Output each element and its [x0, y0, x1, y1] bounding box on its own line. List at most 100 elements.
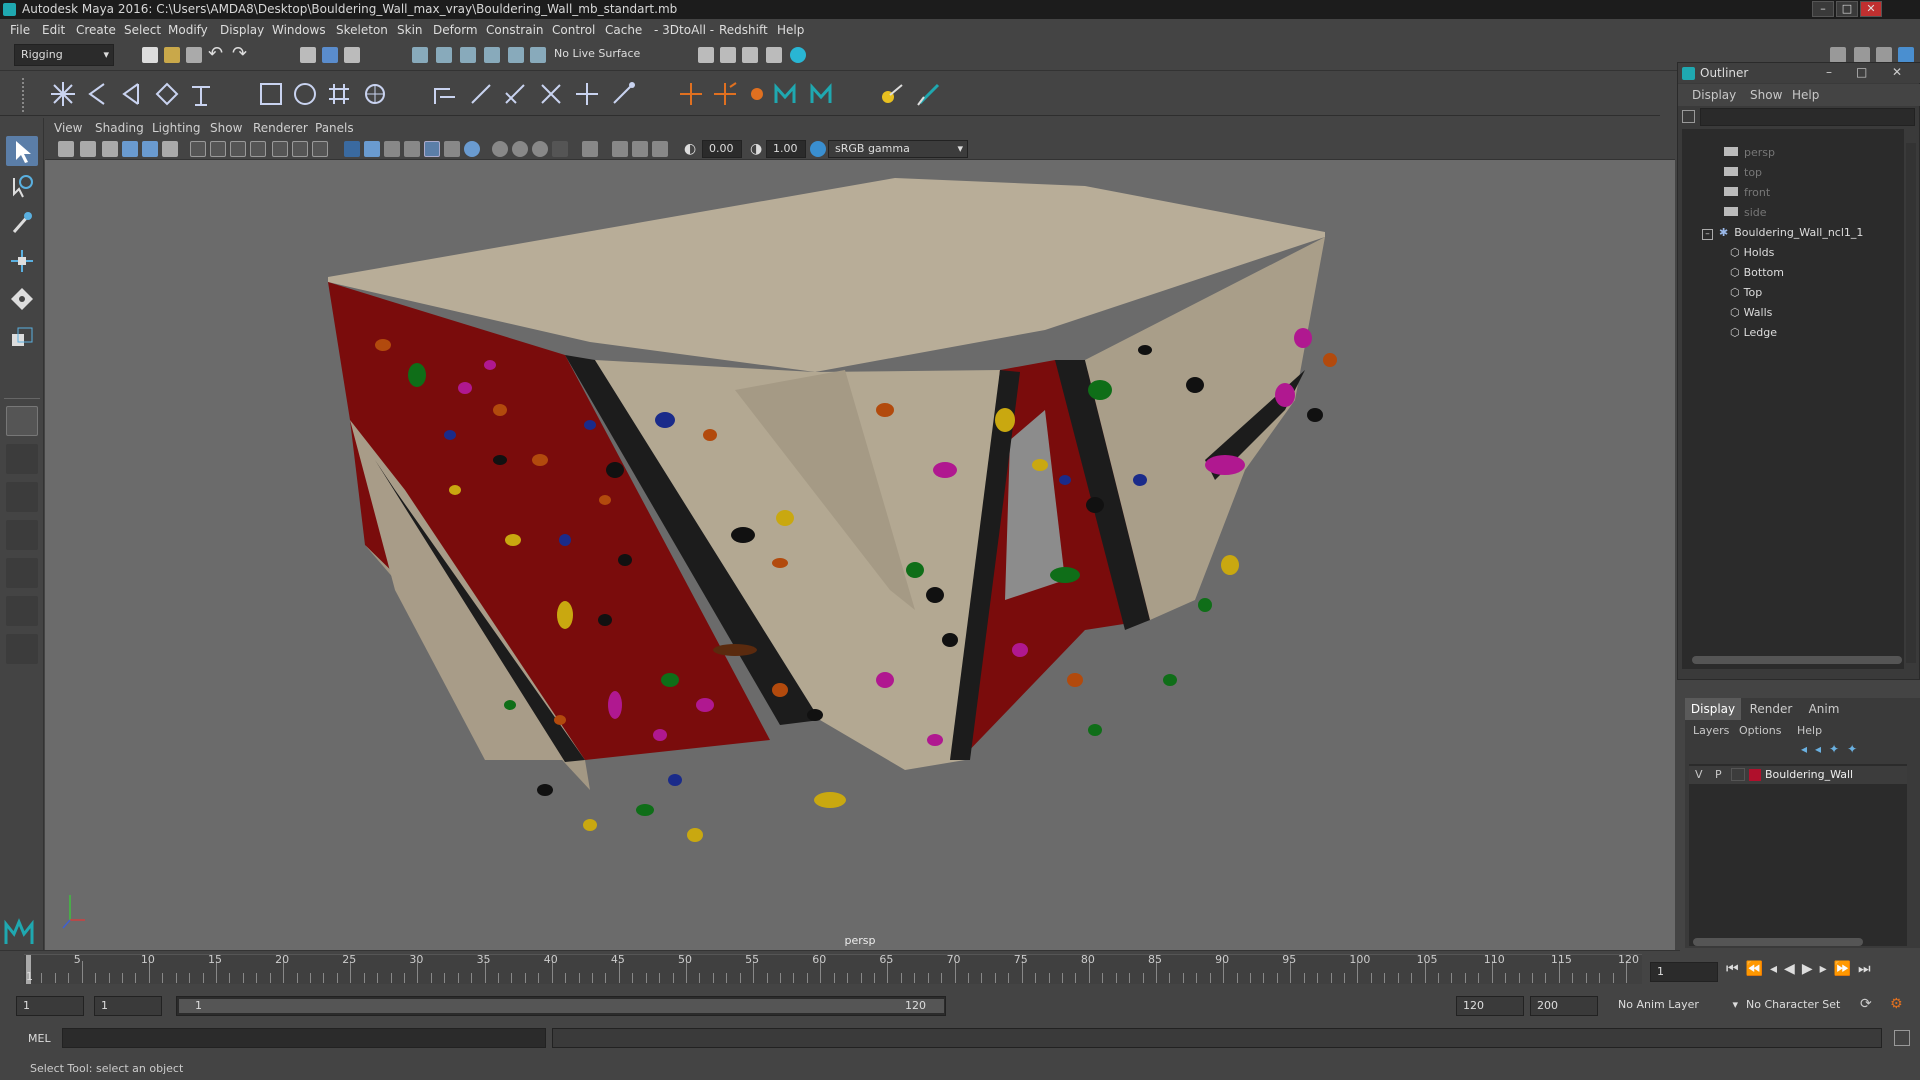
outliner-close-button[interactable]: ✕: [1892, 65, 1902, 79]
outliner-item-top[interactable]: top: [1682, 163, 1904, 183]
auto-key-icon[interactable]: ⟳: [1860, 996, 1872, 1012]
layer-tools-icons[interactable]: ◂◂✦✦: [1801, 742, 1909, 758]
grease-pencil-icon[interactable]: [162, 141, 178, 157]
preferences-icon[interactable]: ⚙: [1890, 996, 1903, 1012]
film-gate-icon[interactable]: [210, 141, 226, 157]
layer-color-swatch[interactable]: [1749, 769, 1761, 781]
default-material-icon[interactable]: [384, 141, 400, 157]
menu-file[interactable]: File: [10, 23, 30, 37]
current-frame-field[interactable]: 1: [1650, 962, 1718, 982]
gamma-field[interactable]: 1.00: [766, 140, 806, 158]
bind-skin-icon[interactable]: [430, 79, 460, 109]
save-scene-icon[interactable]: [186, 47, 202, 63]
outliner-horizontal-scrollbar[interactable]: [1692, 656, 1902, 664]
ipr-render-icon[interactable]: [742, 47, 758, 63]
outliner-search-input[interactable]: [1700, 108, 1915, 126]
undo-icon[interactable]: ↶: [208, 43, 223, 64]
select-tool-icon[interactable]: [6, 136, 38, 166]
lattice-icon[interactable]: [290, 79, 320, 109]
panel-menu-lighting[interactable]: Lighting: [152, 121, 201, 135]
live-surface-field[interactable]: No Live Surface: [554, 47, 640, 60]
color-management-icon[interactable]: [810, 141, 826, 157]
outliner-item-side[interactable]: side: [1682, 203, 1904, 223]
snap-grid-icon[interactable]: [412, 47, 428, 63]
screen-space-ao-icon[interactable]: [492, 141, 508, 157]
paint-select-icon[interactable]: [6, 208, 38, 238]
depth-of-field-icon[interactable]: [552, 141, 568, 157]
maximize-window-button[interactable]: □: [1836, 1, 1858, 17]
open-scene-icon[interactable]: [164, 47, 180, 63]
menu-constrain[interactable]: Constrain: [486, 23, 544, 37]
2d-pan-zoom-icon[interactable]: [142, 141, 158, 157]
layer-name[interactable]: Bouldering_Wall: [1765, 768, 1853, 781]
minimize-window-button[interactable]: –: [1812, 1, 1834, 17]
menu-cache[interactable]: Cache: [605, 23, 642, 37]
shelf-handle-icon[interactable]: [22, 78, 30, 112]
layer-menu-options[interactable]: Options: [1739, 724, 1781, 737]
outliner-minimize-button[interactable]: –: [1826, 65, 1832, 79]
tab-render[interactable]: Render: [1743, 698, 1799, 720]
snap-magnet-icon[interactable]: [530, 47, 546, 63]
scale-tool-icon[interactable]: [6, 322, 38, 352]
select-component-icon[interactable]: [344, 47, 360, 63]
tool-settings-icon[interactable]: [1876, 47, 1892, 63]
xray-active-icon[interactable]: [632, 141, 648, 157]
outliner-item-walls[interactable]: ⬡ Walls: [1682, 303, 1904, 323]
single-perspective-layout-icon[interactable]: [6, 406, 38, 436]
persp-outliner-layout-icon[interactable]: [6, 482, 38, 512]
layer-row[interactable]: V P Bouldering_Wall: [1689, 766, 1907, 784]
layer-horizontal-scrollbar[interactable]: [1693, 938, 1863, 946]
sculpt-deformer-icon[interactable]: [360, 79, 390, 109]
grid-toggle-icon[interactable]: [190, 141, 206, 157]
range-slider[interactable]: 1 120: [176, 996, 946, 1016]
menu-edit[interactable]: Edit: [42, 23, 65, 37]
resolution-gate-icon[interactable]: [230, 141, 246, 157]
outliner-item-group[interactable]: – ✱ Bouldering_Wall_ncl1_1: [1682, 223, 1904, 243]
menu-skeleton[interactable]: Skeleton: [336, 23, 388, 37]
attribute-editor-icon[interactable]: [1854, 47, 1870, 63]
command-language-label[interactable]: MEL: [28, 1032, 51, 1045]
persp-graph-layout-icon[interactable]: [6, 520, 38, 550]
wireframe-icon[interactable]: [344, 141, 360, 157]
script-editor-button[interactable]: [1894, 1030, 1910, 1046]
collapse-icon[interactable]: –: [1702, 229, 1713, 240]
start-time-field[interactable]: 1: [16, 996, 84, 1016]
character-set-dropdown[interactable]: No Character Set: [1746, 998, 1866, 1011]
outliner-item-persp[interactable]: persp: [1682, 143, 1904, 163]
menu-deform[interactable]: Deform: [433, 23, 478, 37]
channel-box-icon[interactable]: [1898, 47, 1914, 63]
hypershade-layout-icon[interactable]: [6, 558, 38, 588]
menu-3dtoall[interactable]: - 3DtoAll -: [654, 23, 714, 37]
mirror-joint-icon[interactable]: [152, 79, 182, 109]
panel-menu-view[interactable]: View: [54, 121, 82, 135]
joint-tool-icon[interactable]: [48, 79, 78, 109]
panel-menu-panels[interactable]: Panels: [315, 121, 354, 135]
time-slider-track[interactable]: 5 10 15 20 25 30 35 40 45 50 55 60 65 70 75 80 85 90 95 100…: [24, 953, 1642, 984]
close-window-button[interactable]: ✕: [1860, 1, 1882, 17]
snap-curve-icon[interactable]: [436, 47, 452, 63]
menu-help[interactable]: Help: [777, 23, 804, 37]
layer-visibility-toggle[interactable]: V: [1695, 768, 1703, 781]
move-tool-icon[interactable]: [6, 246, 38, 276]
textured-icon[interactable]: [424, 141, 440, 157]
menu-redshift[interactable]: Redshift: [719, 23, 768, 37]
safe-title-icon[interactable]: [312, 141, 328, 157]
safe-action-icon[interactable]: [292, 141, 308, 157]
isolate-select-icon[interactable]: [582, 141, 598, 157]
command-input[interactable]: [62, 1028, 546, 1048]
outliner-graph-layout-icon[interactable]: [6, 596, 38, 626]
outliner-menu-display[interactable]: Display: [1692, 88, 1736, 102]
outliner-item-bottom[interactable]: ⬡ Bottom: [1682, 263, 1904, 283]
menu-set-dropdown[interactable]: Rigging ▾: [14, 44, 114, 66]
outliner-filter-icon[interactable]: [1682, 110, 1695, 123]
range-slider-handle[interactable]: [179, 999, 944, 1013]
outliner-item-holds[interactable]: ⬡ Holds: [1682, 243, 1904, 263]
use-all-lights-icon[interactable]: [444, 141, 460, 157]
ik-handle-icon[interactable]: [82, 79, 112, 109]
menu-windows[interactable]: Windows: [272, 23, 326, 37]
menu-create[interactable]: Create: [76, 23, 116, 37]
layer-menu-help[interactable]: Help: [1797, 724, 1822, 737]
multisample-aa-icon[interactable]: [532, 141, 548, 157]
layer-playback-toggle[interactable]: P: [1715, 768, 1722, 781]
outliner-maximize-button[interactable]: □: [1856, 65, 1867, 79]
